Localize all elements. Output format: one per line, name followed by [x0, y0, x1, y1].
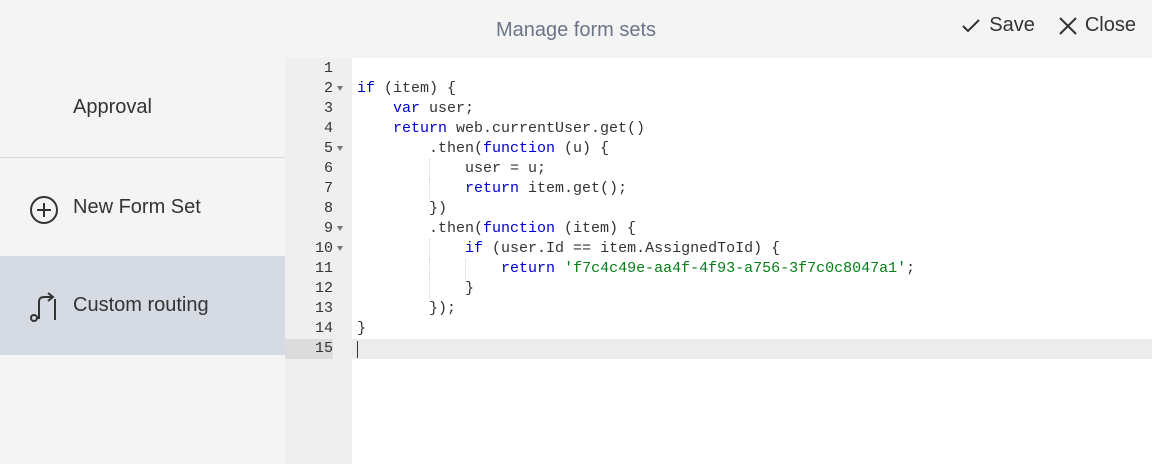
line-number: 5	[323, 140, 333, 157]
line-number: 12	[314, 280, 333, 297]
code-text: var user;	[393, 100, 475, 117]
line-number: 3	[323, 100, 333, 117]
line-number: 14	[314, 320, 333, 337]
save-button[interactable]: Save	[961, 14, 1035, 37]
code-line[interactable]: 6 user = u;	[285, 159, 1152, 179]
plus-circle-icon	[30, 196, 58, 224]
route-arrow-icon	[30, 292, 56, 322]
code-line[interactable]: 14}	[285, 319, 1152, 339]
line-number: 11	[314, 260, 333, 277]
check-icon	[962, 18, 980, 32]
code-line[interactable]: 12 }	[285, 279, 1152, 299]
code-line[interactable]: 5 .then(function (u) {	[285, 139, 1152, 159]
code-line[interactable]: 15	[285, 339, 1152, 359]
fold-toggle-icon[interactable]	[337, 86, 343, 91]
fold-toggle-icon[interactable]	[337, 226, 343, 231]
line-number: 7	[323, 180, 333, 197]
header-actions: Save Close	[961, 14, 1136, 37]
code-text: if (user.Id == item.AssignedToId) {	[465, 240, 781, 257]
code-text: }	[357, 320, 367, 337]
line-number: 8	[323, 200, 333, 217]
line-number: 6	[323, 160, 333, 177]
indent-guide	[429, 259, 430, 279]
sidebar-item-approval[interactable]: Approval	[0, 58, 285, 158]
sidebar-item-custom-routing[interactable]: Custom routing	[0, 256, 285, 355]
code-line[interactable]: 7 return item.get();	[285, 179, 1152, 199]
line-number: 4	[323, 120, 333, 137]
fold-toggle-icon[interactable]	[337, 146, 343, 151]
code-line[interactable]: 9 .then(function (item) {	[285, 219, 1152, 239]
close-button[interactable]: Close	[1059, 14, 1136, 37]
code-line[interactable]: 1	[285, 59, 1152, 79]
code-text: .then(function (item) {	[357, 220, 637, 237]
code-text: if (item) {	[357, 80, 457, 97]
line-number: 9	[323, 220, 333, 237]
line-number: 2	[323, 80, 333, 97]
fold-toggle-icon[interactable]	[337, 246, 343, 251]
close-label: Close	[1084, 14, 1136, 36]
code-text: return web.currentUser.get()	[393, 120, 646, 137]
code-line[interactable]: 13 });	[285, 299, 1152, 319]
indent-guide	[429, 159, 430, 179]
code-text: return item.get();	[465, 180, 628, 197]
sidebar-item-label: Approval	[73, 96, 152, 118]
indent-guide	[429, 239, 430, 259]
code-text: return 'f7c4c49e-aa4f-4f93-a756-3f7c0c80…	[501, 260, 916, 277]
code-text: });	[357, 300, 457, 317]
sidebar-item-label: Custom routing	[73, 294, 209, 316]
sidebar-item-new-form-set[interactable]: New Form Set	[0, 158, 285, 257]
header-bar: Manage form sets Save Close	[0, 0, 1152, 58]
line-number: 10	[314, 240, 333, 257]
sidebar-item-label: New Form Set	[73, 196, 201, 218]
line-number: 13	[314, 300, 333, 317]
text-cursor	[357, 341, 358, 358]
indent-guide	[429, 179, 430, 199]
code-editor[interactable]: 1 2 if (item) {3 var user; 4 return web.cur…	[285, 58, 1152, 464]
indent-guide	[465, 259, 466, 279]
code-text: user = u;	[357, 160, 547, 177]
indent-guide	[429, 279, 430, 299]
line-number: 15	[285, 339, 333, 359]
line-number: 1	[323, 60, 333, 77]
save-label: Save	[989, 14, 1035, 36]
code-text: .then(function (u) {	[357, 140, 610, 157]
code-line[interactable]: 4 return web.currentUser.get()	[285, 119, 1152, 139]
code-line[interactable]: 8 })	[285, 199, 1152, 219]
code-line[interactable]: 3 var user;	[285, 99, 1152, 119]
code-line[interactable]: 10 if (user.Id == item.AssignedToId) {	[285, 239, 1152, 259]
code-line[interactable]: 2 if (item) {	[285, 79, 1152, 99]
close-icon	[1059, 16, 1077, 35]
code-text: }	[357, 280, 475, 297]
sidebar: Approval New Form Set Custom routing	[0, 58, 285, 464]
code-text	[352, 339, 1152, 359]
code-line[interactable]: 11 return 'f7c4c49e-aa4f-4f93-a756-3f7c0…	[285, 259, 1152, 279]
code-text: })	[357, 200, 448, 217]
